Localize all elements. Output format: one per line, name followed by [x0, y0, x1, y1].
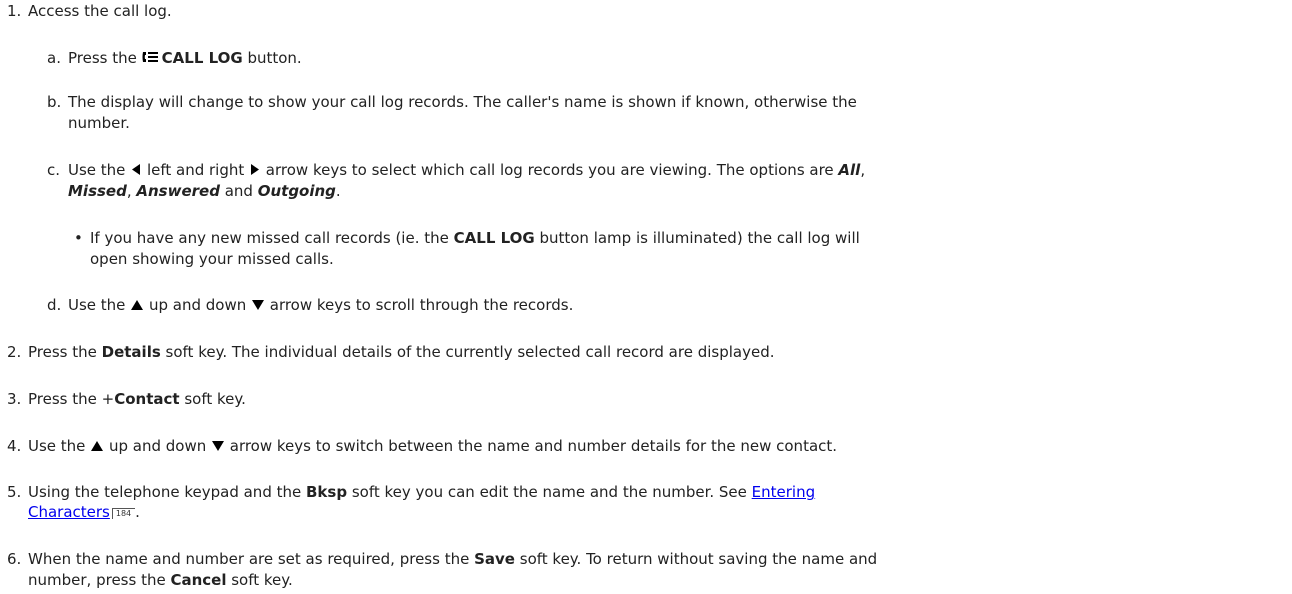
entering-characters-link[interactable]: Entering [752, 483, 815, 501]
step-text-line2: Characters 184. [28, 503, 140, 521]
left-arrow-icon [130, 162, 142, 180]
step-text: When the name and number are set as requ… [28, 550, 878, 568]
bullet-marker: • [74, 229, 83, 247]
call-log-label: CALL LOG [453, 229, 535, 247]
step-text-line2: number. [68, 114, 130, 132]
step-text: Access the call log. [28, 2, 172, 20]
save-softkey-label: Save [474, 550, 515, 568]
bullet-text-line2: open showing your missed calls. [90, 250, 334, 268]
down-arrow-icon [251, 297, 265, 315]
step-text: Use the up and down arrow keys to scroll… [68, 296, 574, 315]
details-softkey-label: Details [101, 343, 161, 361]
option-all: All [838, 161, 861, 179]
step-text: Use the left and right arrow keys to sel… [68, 161, 866, 180]
option-answered: Answered [136, 182, 220, 200]
up-arrow-icon [130, 297, 144, 315]
step-text: Press the +Contact soft key. [28, 390, 246, 408]
bullet-text: If you have any new missed call records … [90, 229, 860, 247]
step-text-line2: Missed, Answered and Outgoing. [68, 182, 341, 200]
step-text-line1: The display will change to show your cal… [68, 93, 857, 111]
step-text: Using the telephone keypad and the Bksp … [28, 483, 816, 501]
option-missed: Missed [68, 182, 127, 200]
step-text: Press the CALL LOG button. [68, 49, 302, 68]
contact-softkey-label: Contact [114, 390, 180, 408]
call-log-icon [142, 50, 162, 68]
cancel-softkey-label: Cancel [170, 571, 227, 589]
step-text-line2: number, press the Cancel soft key. [28, 571, 293, 589]
up-arrow-icon [90, 438, 104, 456]
page-reference[interactable]: 184 [111, 508, 136, 519]
step-text: Press the Details soft key. The individu… [28, 343, 775, 361]
bksp-softkey-label: Bksp [306, 483, 348, 501]
entering-characters-link-cont[interactable]: Characters [28, 503, 110, 521]
down-arrow-icon [211, 438, 225, 456]
call-log-label: CALL LOG [161, 49, 243, 67]
option-outgoing: Outgoing [257, 182, 336, 200]
step-text: Use the up and down arrow keys to switch… [28, 437, 838, 456]
document-page: 1. Access the call log. a. Press the CAL… [0, 0, 1292, 594]
right-arrow-icon [249, 162, 261, 180]
